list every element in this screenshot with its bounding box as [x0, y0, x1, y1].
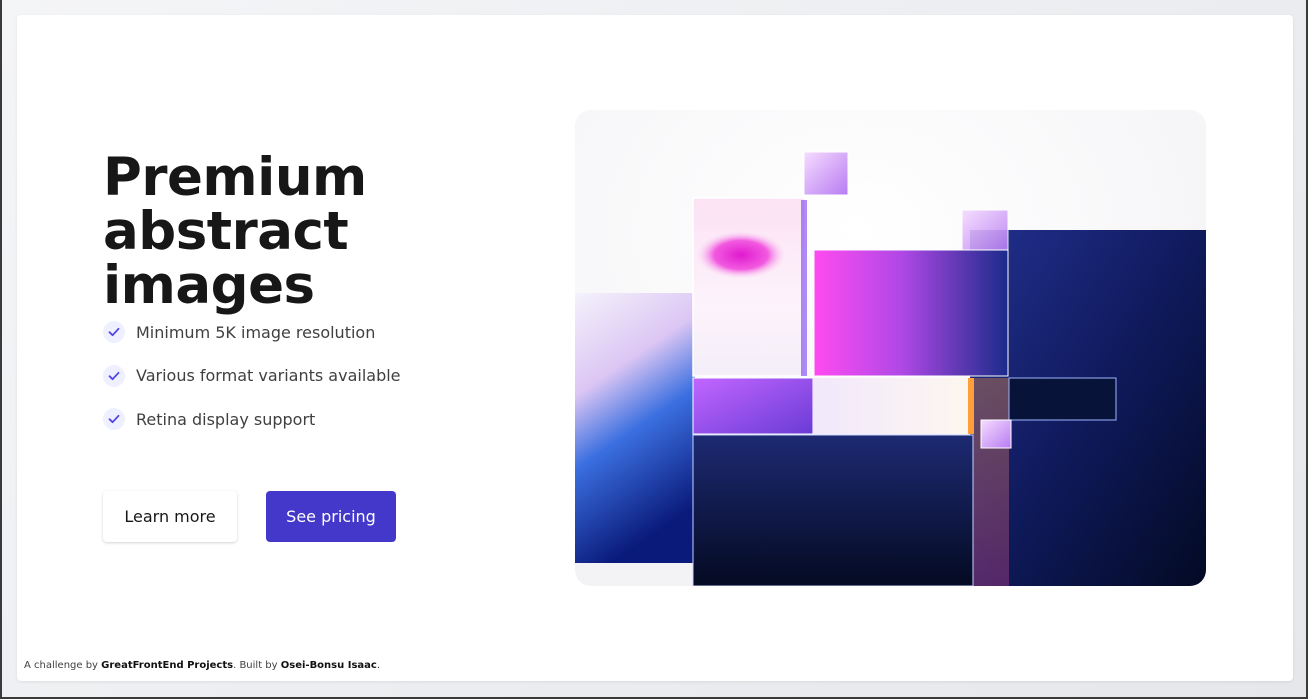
- org-link[interactable]: GreatFrontEnd Projects: [101, 660, 233, 671]
- footer-prefix: A challenge by: [24, 660, 102, 671]
- feature-item: Retina display support: [103, 407, 401, 431]
- hero-card: Premium abstract images Minimum 5K image…: [17, 15, 1293, 681]
- feature-list: Minimum 5K image resolution Various form…: [103, 320, 401, 451]
- attribution-footer: A challenge by GreatFrontEnd Projects. B…: [24, 660, 380, 671]
- check-icon: [103, 408, 125, 430]
- footer-middle: . Built by: [233, 660, 281, 671]
- feature-text: Minimum 5K image resolution: [136, 322, 376, 342]
- check-icon: [103, 321, 125, 343]
- check-icon: [103, 364, 125, 387]
- feature-text: Various format variants available: [136, 366, 401, 385]
- abstract-image: [575, 110, 1206, 586]
- feature-item: Minimum 5K image resolution: [103, 320, 401, 344]
- footer-suffix: .: [376, 660, 381, 671]
- hero-title-line-1: Premium: [103, 147, 367, 208]
- learn-more-button[interactable]: Learn more: [103, 491, 237, 542]
- see-pricing-button[interactable]: See pricing: [266, 491, 396, 542]
- hero-title-line-2: abstract images: [103, 201, 349, 316]
- window-border-left: [0, 0, 2, 699]
- feature-text: Retina display support: [136, 409, 316, 429]
- author-link[interactable]: Osei-Bonsu Isaac: [281, 660, 377, 671]
- hero-title: Premium abstract images: [103, 151, 563, 313]
- feature-item: Various format variants available: [103, 364, 401, 388]
